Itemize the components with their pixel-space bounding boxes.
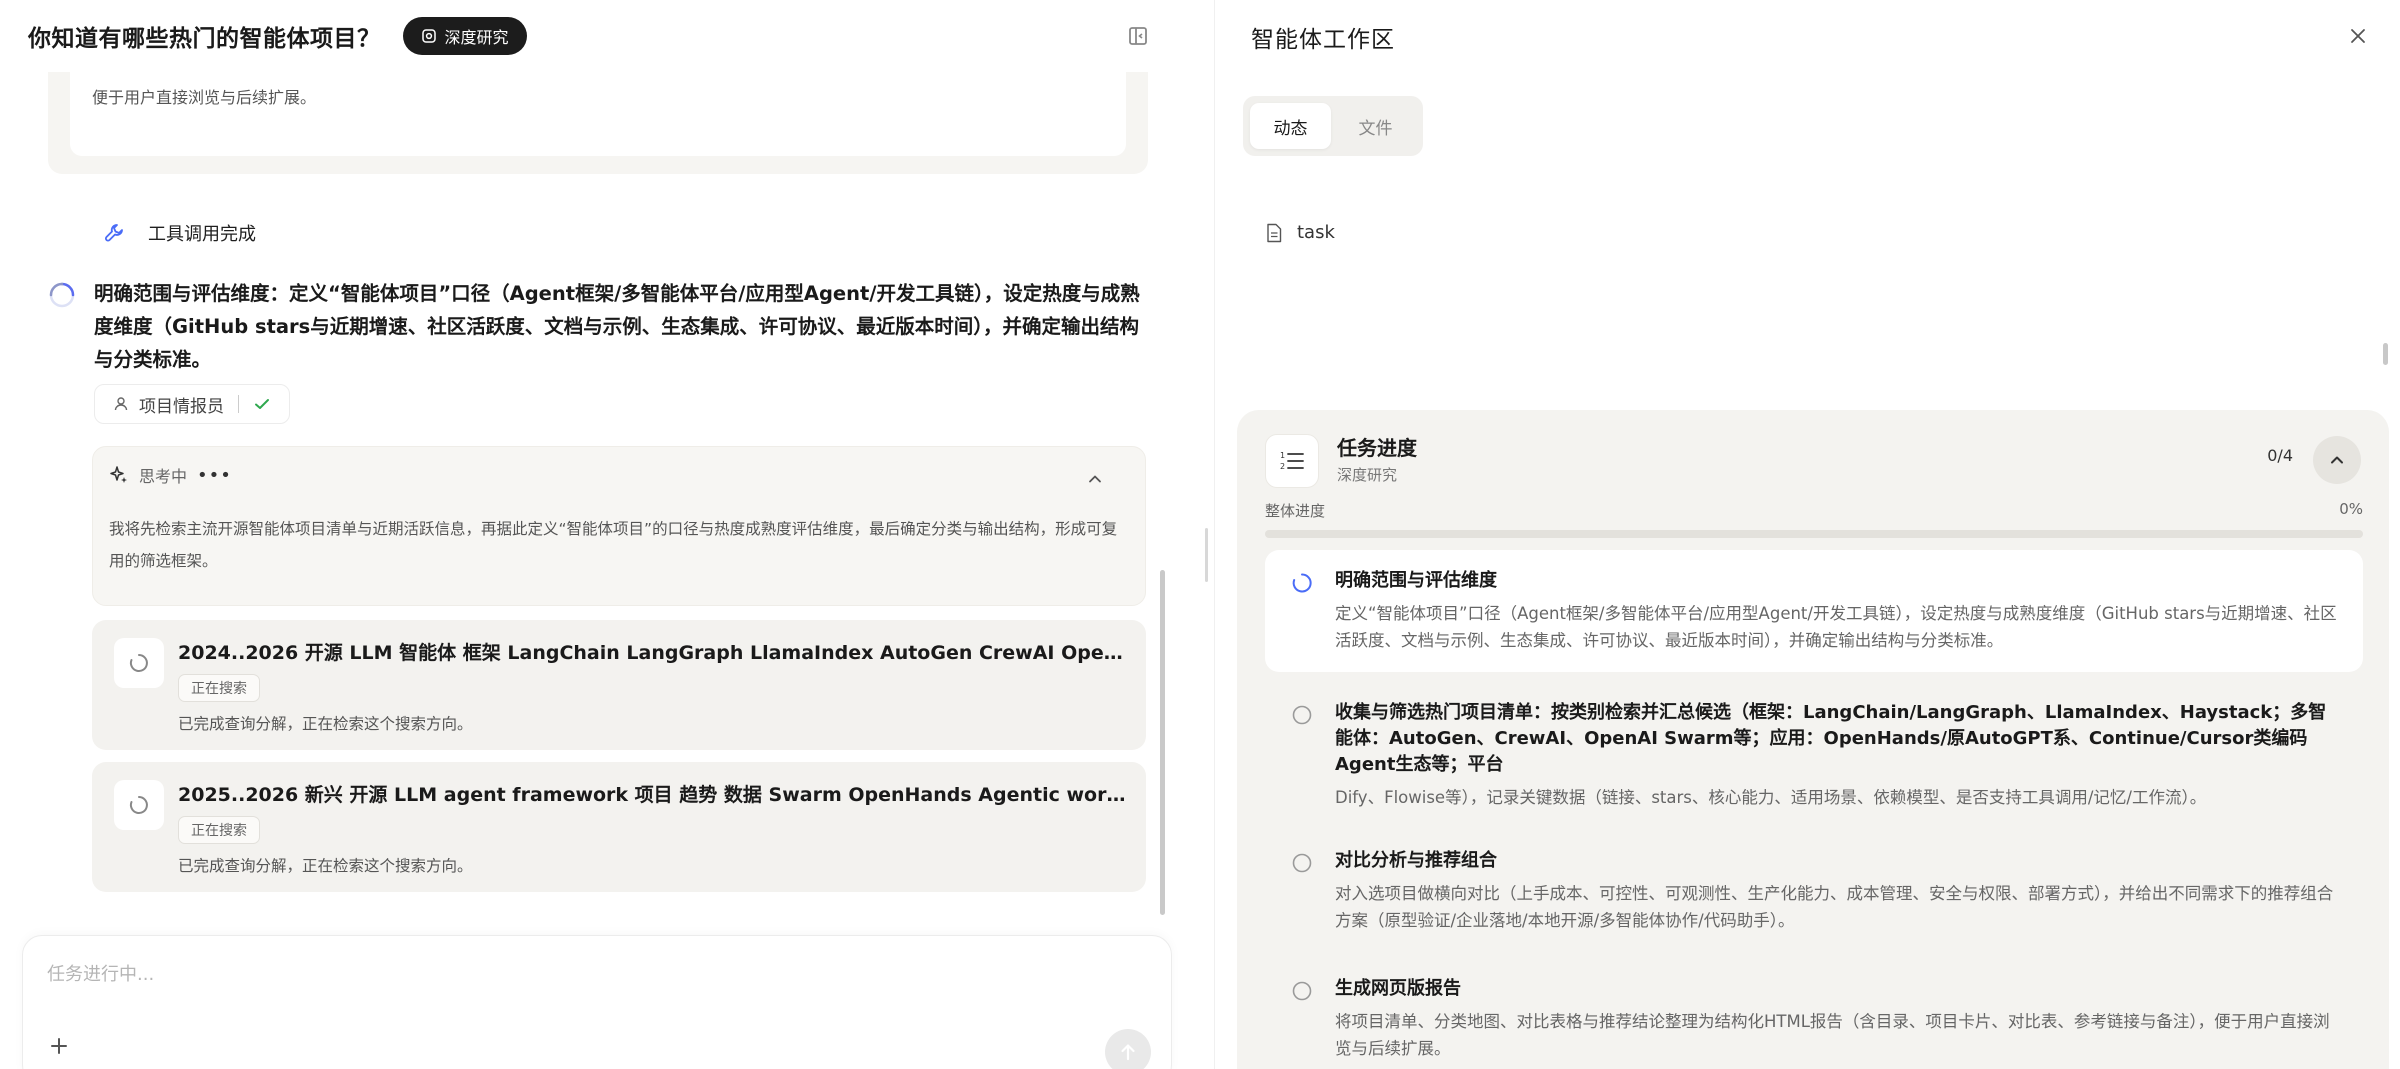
document-icon xyxy=(1267,223,1282,242)
workspace-title: 智能体工作区 xyxy=(1251,27,1395,53)
check-icon xyxy=(255,399,269,409)
in-progress-spinner-icon xyxy=(1292,573,1312,593)
user-icon xyxy=(114,397,128,411)
overall-progress-label: 整体进度 xyxy=(1265,502,1326,520)
conversation-title: 你知道有哪些热门的智能体项目？ xyxy=(28,26,381,52)
close-icon[interactable] xyxy=(2346,24,2370,48)
thinking-header: 思考中 ••• xyxy=(109,463,232,487)
research-icon xyxy=(421,29,436,43)
task-step-4[interactable]: 生成网页版报告 将项目清单、分类地图、对比表格与推荐结论整理为结构化HTML报告… xyxy=(1265,958,2363,1069)
progress-count: 0/4 xyxy=(2267,446,2293,465)
search-status-text: 已完成查询分解，正在检索这个搜索方向。 xyxy=(178,715,473,733)
progress-subtitle: 深度研究 xyxy=(1337,466,1398,484)
task-progress-panel: 12 任务进度 深度研究 0/4 整体进度 0% 明确范围与评估维度 定义“智能… xyxy=(1237,410,2389,1069)
svg-text:2: 2 xyxy=(1280,462,1285,471)
chat-pane: 你知道有哪些热门的智能体项目？ 深度研究 便于用户直接浏览与后续扩展。 工具调用… xyxy=(0,0,1194,1069)
arrow-up-icon xyxy=(1121,1044,1135,1061)
agent-name: 项目情报员 xyxy=(139,396,224,417)
previous-message-card: 便于用户直接浏览与后续扩展。 xyxy=(48,72,1148,174)
task-step-3[interactable]: 对比分析与推荐组合 对入选项目做横向对比（上手成本、可控性、可观测性、生产化能力… xyxy=(1265,830,2363,952)
tab-activity[interactable]: 动态 xyxy=(1250,103,1331,149)
message-composer[interactable]: 任务进行中... xyxy=(22,935,1172,1069)
task-file-item[interactable]: task xyxy=(1265,222,1335,243)
wrench-icon xyxy=(105,224,123,242)
pending-circle-icon xyxy=(1292,981,1312,1001)
step-description: 将项目清单、分类地图、对比表格与推荐结论整理为结构化HTML报告（含目录、项目卡… xyxy=(1335,1012,2330,1058)
search-loading-icon xyxy=(114,780,164,830)
pending-circle-icon xyxy=(1292,853,1312,873)
search-status-text: 已完成查询分解，正在检索这个搜索方向。 xyxy=(178,857,473,875)
numbered-list-icon: 12 xyxy=(1265,434,1319,488)
send-button[interactable] xyxy=(1105,1029,1151,1069)
collapse-progress-button[interactable] xyxy=(2313,436,2361,484)
previous-message-text: 便于用户直接浏览与后续扩展。 xyxy=(70,72,1126,156)
composer-placeholder[interactable]: 任务进行中... xyxy=(47,960,154,986)
chevron-up-icon[interactable] xyxy=(1085,469,1105,489)
overall-progress-bar xyxy=(1265,530,2363,538)
collapse-sidebar-icon[interactable] xyxy=(1126,24,1150,48)
search-card-1[interactable]: 2024..2026 开源 LLM 智能体 框架 LangChain LangG… xyxy=(92,620,1146,750)
search-query: 2025..2026 新兴 开源 LLM agent framework 项目 … xyxy=(178,784,1128,806)
chat-header: 你知道有哪些热门的智能体项目？ 深度研究 xyxy=(0,0,1194,72)
tool-call-status: 工具调用完成 xyxy=(102,220,256,246)
task-step-1[interactable]: 明确范围与评估维度 定义“智能体项目”口径（Agent框架/多智能体平台/应用型… xyxy=(1265,550,2363,672)
workspace-tabs: 动态 文件 xyxy=(1243,96,1423,156)
search-status-tag: 正在搜索 xyxy=(178,816,260,844)
thinking-label: 思考中 xyxy=(139,467,188,486)
deep-research-label: 深度研究 xyxy=(444,28,509,47)
chat-scrollbar[interactable] xyxy=(1160,570,1165,915)
step-title: 收集与筛选热门项目清单：按类别检索并汇总候选（框架：LangChain/Lang… xyxy=(1335,702,2327,775)
task-step-2[interactable]: 收集与筛选热门项目清单：按类别检索并汇总候选（框架：LangChain/Lang… xyxy=(1265,682,2363,829)
search-query: 2024..2026 开源 LLM 智能体 框架 LangChain LangG… xyxy=(178,642,1128,664)
step-title: 明确范围与评估维度 xyxy=(1335,570,1497,591)
step-title: 生成网页版报告 xyxy=(1335,978,1461,999)
progress-title: 任务进度 xyxy=(1337,436,1417,460)
task-file-name: task xyxy=(1297,222,1335,243)
deep-research-badge[interactable]: 深度研究 xyxy=(402,17,527,55)
chevron-up-icon xyxy=(2331,456,2343,464)
tab-files[interactable]: 文件 xyxy=(1335,103,1416,149)
step-title: 对比分析与推荐组合 xyxy=(1335,850,1497,871)
chat-messages[interactable]: 便于用户直接浏览与后续扩展。 工具调用完成 明确范围与评估维度：定义“智能体项目… xyxy=(0,72,1194,932)
svg-text:1: 1 xyxy=(1280,451,1285,460)
pending-circle-icon xyxy=(1292,705,1312,725)
workspace-pane: 智能体工作区 动态 文件 task 12 任务进度 深度研究 0/4 整体进度 … xyxy=(1214,0,2400,1069)
thinking-text: 我将先检索主流开源智能体项目清单与近期活跃信息，再据此定义“智能体项目”的口径与… xyxy=(109,520,1118,570)
agent-chip[interactable]: 项目情报员 xyxy=(94,384,290,424)
step-description: Dify、Flowise等），记录关键数据（链接、stars、核心能力、适用场景… xyxy=(1335,788,2207,807)
thinking-dots: ••• xyxy=(197,464,232,486)
pane-resize-handle[interactable] xyxy=(1205,528,1208,582)
workspace-scrollbar[interactable] xyxy=(2383,343,2388,365)
sparkle-icon xyxy=(110,466,127,483)
search-card-2[interactable]: 2025..2026 新兴 开源 LLM agent framework 项目 … xyxy=(92,762,1146,892)
search-status-tag: 正在搜索 xyxy=(178,674,260,702)
thinking-panel: 思考中 ••• 我将先检索主流开源智能体项目清单与近期活跃信息，再据此定义“智能… xyxy=(92,446,1146,606)
search-loading-icon xyxy=(114,638,164,688)
overall-progress-percent: 0% xyxy=(2339,500,2363,518)
current-step-text: 明确范围与评估维度：定义“智能体项目”口径（Agent框架/多智能体平台/应用型… xyxy=(94,282,1140,371)
chip-divider xyxy=(238,395,239,413)
current-step-message: 明确范围与评估维度：定义“智能体项目”口径（Agent框架/多智能体平台/应用型… xyxy=(48,277,1148,376)
tool-status-label: 工具调用完成 xyxy=(148,224,256,245)
plus-icon[interactable] xyxy=(47,1034,71,1058)
step-description: 定义“智能体项目”口径（Agent框架/多智能体平台/应用型Agent/开发工具… xyxy=(1335,604,2337,650)
loading-spinner-icon xyxy=(49,282,75,308)
step-description: 对入选项目做横向对比（上手成本、可控性、可观测性、生产化能力、成本管理、安全与权… xyxy=(1335,884,2334,930)
